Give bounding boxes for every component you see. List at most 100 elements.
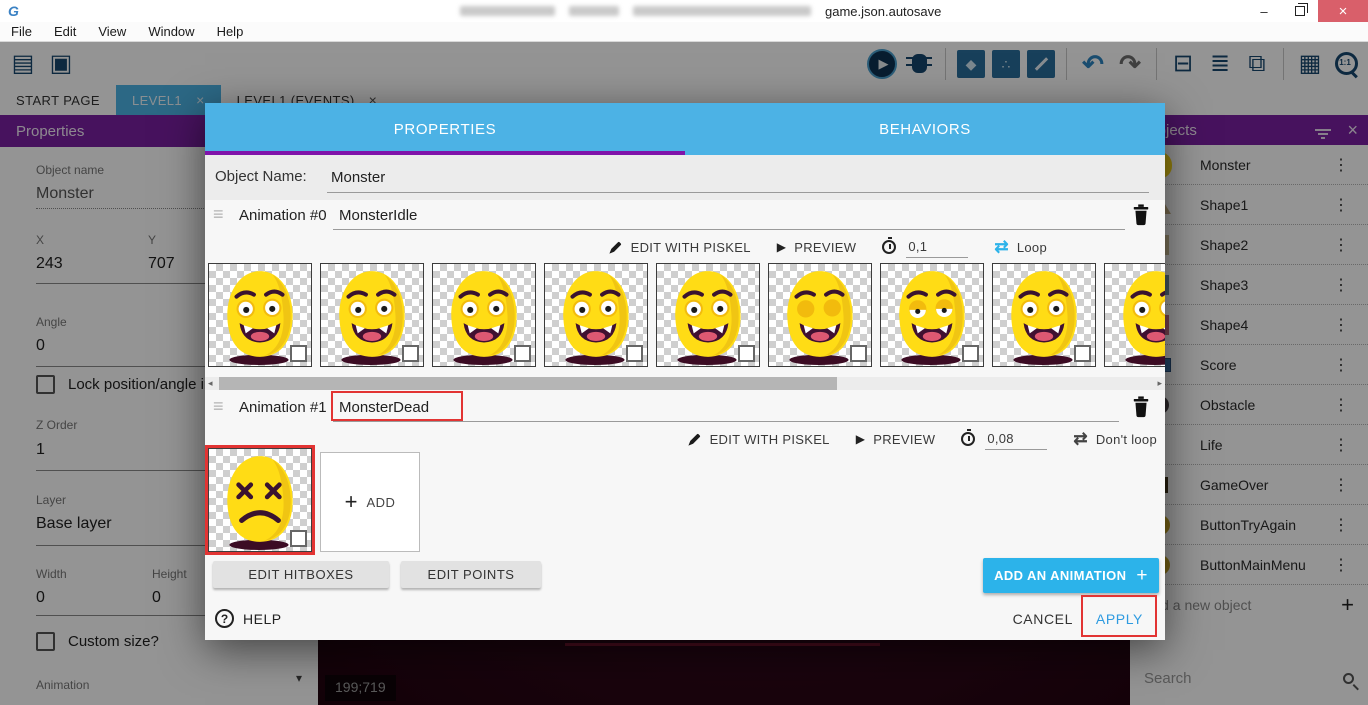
minimize-button[interactable]: – — [1246, 0, 1282, 22]
frame-select-checkbox[interactable] — [850, 345, 867, 362]
pencil-icon — [608, 240, 623, 255]
animation-frame-open[interactable] — [320, 263, 424, 367]
scrollbar-thumb[interactable] — [219, 377, 837, 390]
dialog-tab-behaviors[interactable]: BEHAVIORS — [685, 103, 1165, 155]
animation-0-header: ≡ Animation #0 MonsterIdle — [205, 200, 1165, 233]
time-value[interactable]: 0,08 — [985, 429, 1047, 450]
drag-handle-icon[interactable]: ≡ — [213, 204, 224, 225]
animation-0-frames — [208, 263, 1165, 375]
add-animation-button[interactable]: ADD AN ANIMATION + — [983, 558, 1159, 593]
animation-frame-open[interactable] — [432, 263, 536, 367]
object-name-label: Object Name: — [215, 168, 307, 185]
frame-select-checkbox[interactable] — [290, 530, 307, 547]
preview-label: PREVIEW — [794, 240, 856, 255]
animation-1-name-input[interactable]: MonsterDead — [333, 394, 1119, 422]
edit-with-piskel-button[interactable]: EDIT WITH PISKEL — [608, 240, 751, 255]
plus-icon: + — [345, 491, 358, 513]
dialog-tab-label: PROPERTIES — [394, 121, 496, 138]
edit-piskel-label: EDIT WITH PISKEL — [631, 240, 751, 255]
preview-label: PREVIEW — [873, 432, 935, 447]
loop-toggle[interactable]: ⇄ Loop — [994, 237, 1047, 257]
add-frame-button[interactable]: + ADD — [320, 452, 420, 552]
frame-select-checkbox[interactable] — [1074, 345, 1091, 362]
animation-0-name-input[interactable]: MonsterIdle — [333, 202, 1125, 230]
delete-animation-icon[interactable] — [1131, 203, 1151, 227]
edit-piskel-label: EDIT WITH PISKEL — [710, 432, 830, 447]
animation-frame-open[interactable] — [208, 263, 312, 367]
question-mark-icon: ? — [215, 609, 234, 628]
plus-icon: + — [1136, 565, 1148, 587]
time-value[interactable]: 0,1 — [906, 237, 968, 258]
stopwatch-icon — [882, 240, 896, 254]
dialog-tabbar: PROPERTIES BEHAVIORS — [205, 103, 1165, 155]
pencil-icon — [687, 432, 702, 447]
edit-with-piskel-button[interactable]: EDIT WITH PISKEL — [687, 432, 830, 447]
frame-select-checkbox[interactable] — [514, 345, 531, 362]
animation-1-header: ≡ Animation #1 MonsterDead — [205, 392, 1165, 425]
close-button[interactable]: × — [1318, 0, 1368, 22]
animation-1-title: Animation #1 — [239, 399, 327, 416]
frame-select-checkbox[interactable] — [290, 345, 307, 362]
animation-frame-closed[interactable] — [768, 263, 872, 367]
menu-view[interactable]: View — [87, 24, 137, 39]
animation-frame-open[interactable] — [992, 263, 1096, 367]
frame-select-checkbox[interactable] — [962, 345, 979, 362]
scroll-left-icon[interactable]: ◂ — [208, 378, 213, 389]
dialog-tab-label: BEHAVIORS — [879, 121, 971, 138]
window-title: game.json.autosave — [460, 0, 941, 22]
object-name-row: Object Name: Monster — [205, 155, 1165, 200]
dialog-tab-properties[interactable]: PROPERTIES — [205, 103, 685, 155]
add-frame-label: ADD — [366, 495, 395, 510]
scroll-right-icon[interactable]: ▸ — [1157, 378, 1162, 389]
delete-animation-icon[interactable] — [1131, 395, 1151, 419]
restore-button[interactable] — [1282, 0, 1318, 22]
play-icon: ▶ — [777, 240, 787, 254]
animation-frame-dead[interactable] — [208, 448, 312, 552]
window-controls: – × — [1246, 0, 1368, 22]
restore-icon — [1295, 6, 1305, 16]
menu-help[interactable]: Help — [206, 24, 255, 39]
animation-frame-open[interactable] — [544, 263, 648, 367]
preview-button[interactable]: ▶ PREVIEW — [856, 432, 936, 447]
frame-select-checkbox[interactable] — [402, 345, 419, 362]
object-editor-dialog: PROPERTIES BEHAVIORS Object Name: Monste… — [205, 103, 1165, 640]
add-animation-label: ADD AN ANIMATION — [994, 568, 1126, 583]
animation-frame-open[interactable] — [1104, 263, 1165, 367]
loop-label: Loop — [1017, 240, 1047, 255]
animation-1-frames: + ADD — [208, 448, 420, 560]
frame-select-checkbox[interactable] — [626, 345, 643, 362]
animation-0-title: Animation #0 — [239, 207, 327, 224]
titlebar: G game.json.autosave – × — [0, 0, 1368, 22]
object-name-input[interactable]: Monster — [327, 163, 1149, 193]
redacted-title-segment — [569, 6, 619, 16]
menu-edit[interactable]: Edit — [43, 24, 87, 39]
menu-window[interactable]: Window — [137, 24, 205, 39]
redacted-title-segment — [633, 6, 811, 16]
edit-points-button[interactable]: EDIT POINTS — [401, 561, 541, 588]
apply-button[interactable]: APPLY — [1096, 611, 1143, 627]
redacted-title-segment — [460, 6, 555, 16]
edit-hitboxes-button[interactable]: EDIT HITBOXES — [213, 561, 389, 588]
cancel-button[interactable]: CANCEL — [1013, 611, 1073, 627]
drag-handle-icon[interactable]: ≡ — [213, 396, 224, 417]
animation-0-controls: EDIT WITH PISKEL ▶ PREVIEW 0,1 ⇄ Loop — [205, 233, 1165, 261]
monster-sprite — [1105, 264, 1165, 366]
menu-file[interactable]: File — [0, 24, 43, 39]
dialog-footer: ? HELP CANCEL APPLY — [205, 597, 1165, 640]
preview-button[interactable]: ▶ PREVIEW — [777, 240, 857, 255]
time-between-frames-field[interactable]: 0,08 — [961, 429, 1047, 450]
animation-frame-squint[interactable] — [880, 263, 984, 367]
play-icon: ▶ — [856, 432, 866, 446]
animation-frame-open[interactable] — [656, 263, 760, 367]
help-label: HELP — [243, 611, 282, 627]
loop-toggle[interactable]: ⇄ Don't loop — [1073, 429, 1157, 449]
help-button[interactable]: ? HELP — [215, 609, 282, 628]
gdevelop-logo-icon: G — [8, 4, 19, 18]
frame-select-checkbox[interactable] — [738, 345, 755, 362]
loop-icon: ⇄ — [1073, 429, 1088, 449]
menubar: File Edit View Window Help — [0, 22, 1368, 42]
application-window: G game.json.autosave – × File Edit View … — [0, 0, 1368, 705]
stopwatch-icon — [961, 432, 975, 446]
time-between-frames-field[interactable]: 0,1 — [882, 237, 968, 258]
frames-scrollbar[interactable]: ◂ ▸ — [205, 377, 1165, 390]
